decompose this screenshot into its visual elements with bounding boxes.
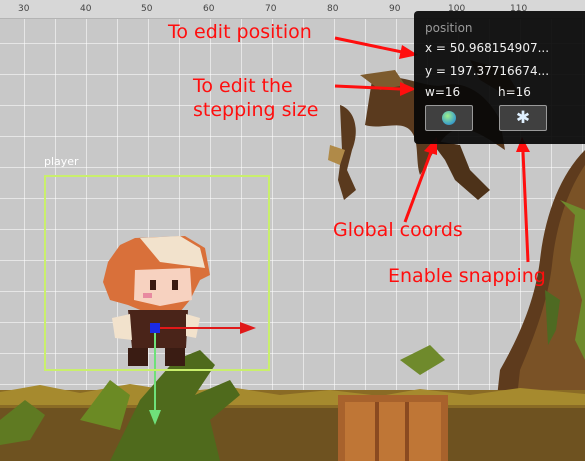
editor-viewport[interactable]: 30 40 50 60 70 80 90 100 110 player posi…	[0, 0, 585, 461]
ruler-tick: 80	[327, 4, 339, 14]
annotation-edit-position: To edit position	[168, 21, 312, 43]
global-coords-button[interactable]	[425, 105, 473, 131]
ruler-tick: 60	[203, 4, 215, 14]
ruler-tick: 40	[80, 4, 92, 14]
player-bounding-box[interactable]	[44, 175, 270, 371]
ruler-tick: 70	[265, 4, 277, 14]
annotation-stepping-line2: stepping size	[193, 99, 319, 121]
annotation-enable-snapping: Enable snapping	[388, 265, 546, 287]
ruler-tick: 30	[18, 4, 30, 14]
y-position-field[interactable]: y = 197.37716674...	[425, 64, 580, 78]
snowflake-icon: ✱	[515, 107, 531, 128]
annotation-stepping-line1: To edit the	[193, 75, 293, 97]
ruler-tick: 50	[141, 4, 153, 14]
annotation-global-coords: Global coords	[333, 219, 463, 241]
height-step-field[interactable]: h=16	[498, 85, 531, 99]
entity-label: player	[44, 155, 79, 168]
width-step-field[interactable]: w=16	[425, 85, 460, 99]
ruler-tick: 90	[389, 4, 401, 14]
globe-icon	[442, 111, 456, 125]
snapping-button[interactable]: ✱	[499, 105, 547, 131]
position-panel: position x = 50.968154907... y = 197.377…	[414, 11, 585, 144]
panel-title: position	[425, 21, 473, 35]
x-position-field[interactable]: x = 50.968154907...	[425, 41, 580, 55]
